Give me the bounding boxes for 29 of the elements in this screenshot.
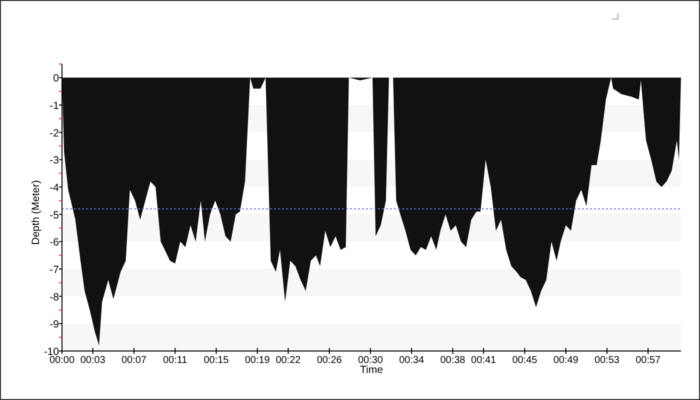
- x-tick-label: 00:38: [440, 355, 466, 366]
- x-tick-label: 00:03: [80, 355, 106, 366]
- y-axis-title: Depth (Meter): [30, 180, 42, 245]
- x-tick-label: 00:11: [162, 355, 188, 366]
- x-tick-label: 00:45: [512, 355, 538, 366]
- x-tick-label: 00:41: [471, 355, 496, 366]
- y-tick-label: -9: [50, 318, 59, 331]
- y-tick-label: -4: [50, 182, 59, 194]
- y-tick-label: -6: [50, 236, 59, 249]
- x-tick-label: 00:19: [244, 355, 270, 366]
- x-axis-title: Time: [360, 364, 383, 376]
- y-tick-label: -3: [50, 154, 59, 167]
- y-tick-label: -5: [50, 209, 59, 222]
- x-tick-label: 00:57: [636, 355, 661, 366]
- x-tick-label: 00:30: [358, 355, 383, 366]
- x-tick-label: 00:22: [276, 355, 301, 366]
- y-tick-label: -7: [50, 264, 59, 276]
- y-tick-label: -2: [50, 127, 59, 140]
- x-tick-label: 00:26: [316, 355, 342, 366]
- y-tick-label: -8: [50, 291, 59, 304]
- y-tick-label: -1: [50, 100, 59, 112]
- x-tick-label: 00:15: [204, 355, 229, 366]
- x-tick-label: 00:34: [399, 355, 424, 366]
- x-tick-label: 00:53: [594, 355, 620, 366]
- x-tick-label: 00:07: [121, 355, 146, 366]
- y-tick-label: 0: [53, 72, 59, 85]
- x-tick-label: 00:00: [49, 355, 75, 366]
- x-tick-label: 00:49: [553, 355, 578, 366]
- corner-mark-icon: [612, 12, 618, 20]
